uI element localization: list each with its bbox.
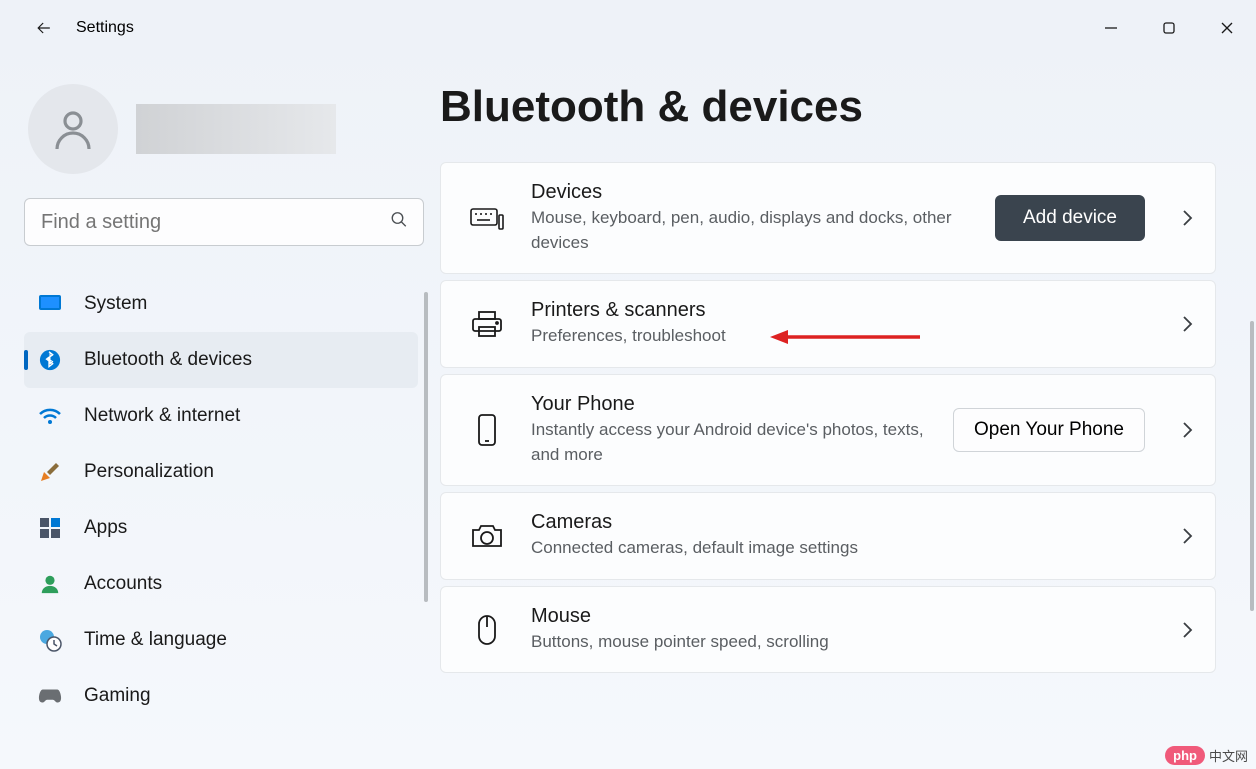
nav-item-time-language[interactable]: Time & language: [24, 612, 418, 668]
card-desc: Mouse, keyboard, pen, audio, displays an…: [531, 206, 969, 255]
keyboard-icon: [469, 205, 505, 231]
nav-label: Apps: [84, 517, 127, 539]
main-content: Bluetooth & devices Devices Mouse, keybo…: [440, 56, 1256, 769]
minimize-button[interactable]: [1082, 4, 1140, 52]
card-mouse[interactable]: Mouse Buttons, mouse pointer speed, scro…: [440, 586, 1216, 674]
card-printers-scanners[interactable]: Printers & scanners Preferences, trouble…: [440, 280, 1216, 368]
sidebar-scrollbar[interactable]: [424, 292, 428, 602]
chevron-right-icon: [1181, 211, 1195, 225]
arrow-left-icon: [34, 18, 54, 38]
printer-icon: [469, 309, 505, 339]
minimize-icon: [1104, 21, 1118, 35]
bluetooth-icon: [38, 348, 62, 372]
chevron-right-icon: [1181, 623, 1195, 637]
titlebar: Settings: [0, 0, 1256, 56]
close-button[interactable]: [1198, 4, 1256, 52]
chevron-right-icon: [1181, 423, 1195, 437]
card-title: Your Phone: [531, 393, 927, 416]
card-cameras[interactable]: Cameras Connected cameras, default image…: [440, 492, 1216, 580]
add-device-button[interactable]: Add device: [995, 195, 1145, 241]
card-your-phone[interactable]: Your Phone Instantly access your Android…: [440, 374, 1216, 486]
clock-globe-icon: [38, 628, 62, 652]
wifi-icon: [38, 404, 62, 428]
apps-icon: [38, 516, 62, 540]
paintbrush-icon: [38, 460, 62, 484]
nav-item-bluetooth-devices[interactable]: Bluetooth & devices: [24, 332, 418, 388]
card-title: Cameras: [531, 511, 1155, 534]
chevron-right-icon: [1181, 529, 1195, 543]
nav-label: Gaming: [84, 685, 151, 707]
nav-item-personalization[interactable]: Personalization: [24, 444, 418, 500]
search-icon: [390, 211, 408, 234]
nav-item-accounts[interactable]: Accounts: [24, 556, 418, 612]
person-icon: [49, 105, 97, 153]
search-input[interactable]: [24, 198, 424, 246]
profile-block[interactable]: [24, 56, 428, 198]
card-desc: Instantly access your Android device's p…: [531, 418, 927, 467]
card-devices[interactable]: Devices Mouse, keyboard, pen, audio, dis…: [440, 162, 1216, 274]
account-icon: [38, 572, 62, 596]
card-title: Devices: [531, 181, 969, 204]
search-wrap: [24, 198, 424, 246]
app-title: Settings: [76, 19, 134, 37]
display-icon: [38, 292, 62, 316]
chevron-right-icon: [1181, 317, 1195, 331]
nav-item-network[interactable]: Network & internet: [24, 388, 418, 444]
maximize-icon: [1162, 21, 1176, 35]
nav-list: System Bluetooth & devices Network & int…: [24, 276, 428, 724]
card-desc: Connected cameras, default image setting…: [531, 536, 1155, 561]
camera-icon: [469, 522, 505, 550]
card-desc: Preferences, troubleshoot: [531, 324, 1155, 349]
nav-item-gaming[interactable]: Gaming: [24, 668, 418, 724]
window-controls: [1082, 4, 1256, 52]
nav-item-system[interactable]: System: [24, 276, 418, 332]
main-scrollbar[interactable]: [1250, 321, 1254, 611]
card-desc: Buttons, mouse pointer speed, scrolling: [531, 630, 1155, 655]
nav-label: Accounts: [84, 573, 162, 595]
close-icon: [1220, 21, 1234, 35]
phone-icon: [469, 413, 505, 447]
sidebar: System Bluetooth & devices Network & int…: [0, 56, 440, 769]
back-button[interactable]: [24, 8, 64, 48]
profile-name-redacted: [136, 104, 336, 154]
nav-item-apps[interactable]: Apps: [24, 500, 418, 556]
nav-label: Network & internet: [84, 405, 240, 427]
nav-label: Personalization: [84, 461, 214, 483]
nav-label: System: [84, 293, 147, 315]
nav-label: Bluetooth & devices: [84, 349, 252, 371]
maximize-button[interactable]: [1140, 4, 1198, 52]
page-title: Bluetooth & devices: [440, 82, 1216, 132]
card-title: Mouse: [531, 605, 1155, 628]
mouse-icon: [469, 613, 505, 647]
gamepad-icon: [38, 684, 62, 708]
nav-label: Time & language: [84, 629, 227, 651]
open-your-phone-button[interactable]: Open Your Phone: [953, 408, 1145, 452]
avatar: [28, 84, 118, 174]
card-title: Printers & scanners: [531, 299, 1155, 322]
